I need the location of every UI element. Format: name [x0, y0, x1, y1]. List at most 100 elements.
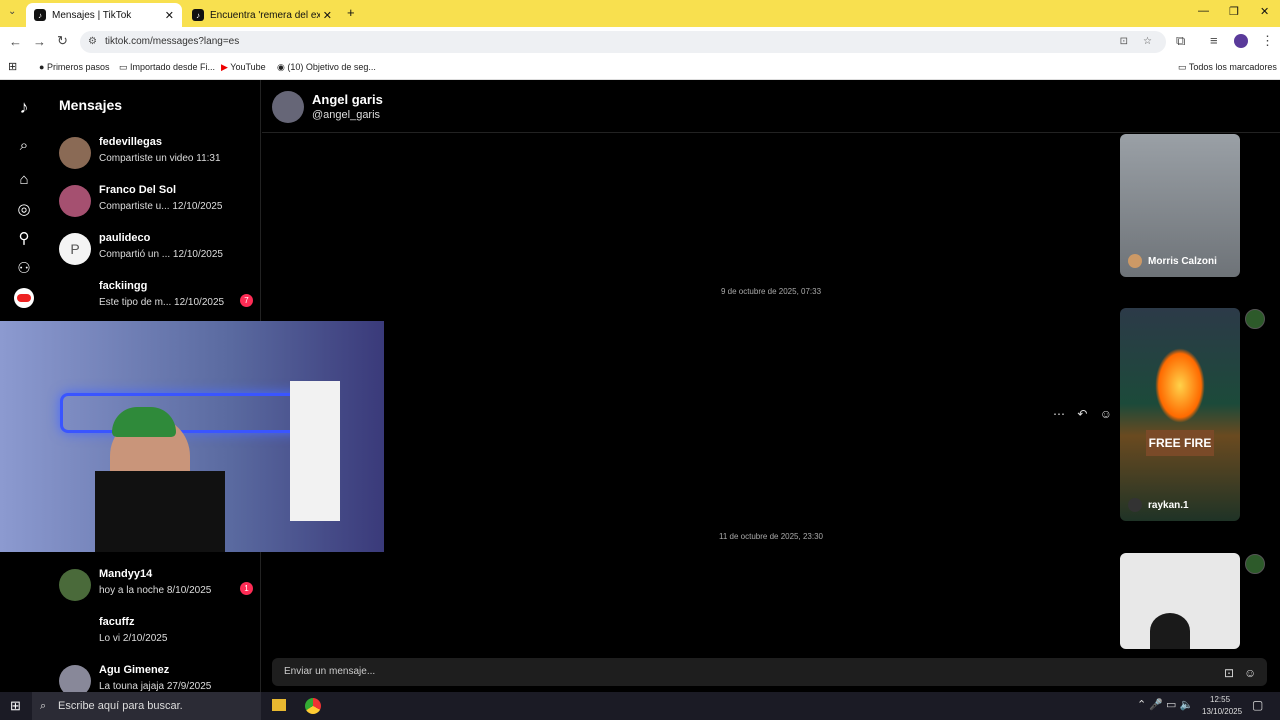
- taskbar-search[interactable]: ⌕ Escribe aquí para buscar.: [32, 692, 261, 720]
- video-author: Morris Calzoni: [1148, 256, 1217, 267]
- site-info-icon[interactable]: ⚙: [88, 31, 97, 53]
- led-strip: [60, 393, 310, 433]
- explore-icon[interactable]: ◎: [14, 200, 34, 220]
- video-author: raykan.1: [1148, 500, 1189, 511]
- close-icon[interactable]: ✕: [165, 9, 174, 22]
- video-overlay-text: FREE FIRE: [1146, 430, 1214, 456]
- black-shirt: [95, 471, 225, 552]
- shared-video[interactable]: FREE FIRE raykan.1: [1120, 308, 1240, 521]
- conversation-name: paulideco: [99, 232, 151, 244]
- avatar: [59, 185, 91, 217]
- system-tray-icons[interactable]: ⌃ 🎤 ▭ 🔈: [1137, 698, 1193, 711]
- bookmark-label: Importado desde Fi...: [130, 62, 216, 72]
- tab-encuentra[interactable]: ♪ Encuentra 'remera del ex' en Ti ✕: [184, 3, 340, 27]
- conversation-name: Franco Del Sol: [99, 184, 177, 196]
- tab-mensajes[interactable]: ♪ Mensajes | TikTok ✕: [26, 3, 182, 27]
- image-icon[interactable]: ⊡: [1224, 666, 1234, 680]
- input-placeholder: Enviar un mensaje...: [284, 666, 376, 677]
- message-input[interactable]: Enviar un mensaje...: [272, 658, 1267, 686]
- chat-handle: @angel_garis: [312, 109, 381, 121]
- windows-start-icon[interactable]: ⊞: [10, 698, 21, 714]
- list-item[interactable]: fackiingg Este tipo de m... 12/10/2025 7: [59, 277, 259, 317]
- bookmark-primeros[interactable]: ● Primeros pasos: [39, 62, 109, 72]
- tiktok-icon: ♪: [192, 9, 204, 21]
- tiktok-logo-icon[interactable]: ♪: [14, 97, 34, 117]
- search-icon[interactable]: ⌕: [14, 136, 34, 156]
- reply-icon[interactable]: ↶: [1077, 407, 1087, 421]
- webcam-overlay: [0, 321, 384, 552]
- media-icon[interactable]: ≡: [1210, 33, 1218, 48]
- tab-title: Mensajes | TikTok: [52, 9, 132, 21]
- install-icon[interactable]: ⊡: [1120, 31, 1128, 53]
- bookmark-todos[interactable]: ▭ Todos los marcadores: [1178, 62, 1277, 73]
- window-close-icon[interactable]: ✕: [1260, 5, 1269, 18]
- bookmark-objetivo[interactable]: ◉ (10) Objetivo de seg...: [277, 62, 376, 73]
- unread-badge: 1: [240, 582, 253, 595]
- list-item[interactable]: Mandyy14 hoy a la noche 8/10/2025 1: [59, 565, 259, 605]
- list-item[interactable]: Agu Gimenez La touna jajaja 27/9/2025: [59, 661, 259, 692]
- message-timestamp: 11 de octubre de 2025, 23:30: [719, 532, 823, 541]
- avatar[interactable]: [272, 91, 304, 123]
- conversation-preview: La touna jajaja 27/9/2025: [99, 681, 212, 692]
- avatar: P: [59, 233, 91, 265]
- following-icon[interactable]: ⚲: [14, 229, 34, 249]
- star-icon[interactable]: ☆: [1143, 31, 1152, 53]
- emoji-icon[interactable]: ☺: [1244, 666, 1256, 680]
- url-input[interactable]: ⚙ tiktok.com/messages?lang=es ⊡ ☆: [80, 31, 1166, 53]
- friends-icon[interactable]: ⚇: [14, 259, 34, 279]
- restore-icon[interactable]: ❐: [1229, 5, 1239, 18]
- clock-date[interactable]: 13/10/2025: [1202, 707, 1242, 716]
- chat-panel: Angel garis @angel_garis Morris Calzoni …: [262, 80, 1280, 692]
- taskbar: ⊞ ⌕ Escribe aquí para buscar. ⌃ 🎤 ▭ 🔈 12…: [0, 692, 1280, 720]
- bookmark-youtube[interactable]: ▶ YouTube: [221, 62, 266, 73]
- address-bar: ← → ↻ ⚙ tiktok.com/messages?lang=es ⊡ ☆ …: [0, 27, 1280, 56]
- list-item[interactable]: fedevillegas Compartiste un video 11:31: [59, 133, 259, 173]
- clock-time[interactable]: 12:55: [1210, 695, 1230, 704]
- live-icon[interactable]: [14, 288, 34, 308]
- conversation-name: fackiingg: [99, 280, 148, 292]
- home-icon[interactable]: ⌂: [14, 170, 34, 190]
- file-explorer-icon[interactable]: [272, 699, 286, 711]
- conversation-name: fedevillegas: [99, 136, 162, 148]
- profile-avatar[interactable]: [1234, 34, 1248, 48]
- conversation-name: Mandyy14: [99, 568, 153, 580]
- tiktok-icon: ♪: [34, 9, 46, 21]
- avatar: [59, 137, 91, 169]
- avatar: [1128, 254, 1142, 268]
- chat-name[interactable]: Angel garis: [312, 92, 383, 107]
- list-item[interactable]: P paulideco Compartió un ... 12/10/2025: [59, 229, 259, 269]
- forward-icon[interactable]: →: [33, 34, 46, 49]
- conversation-preview: Compartió un ... 12/10/2025: [99, 249, 223, 260]
- minimize-icon[interactable]: —: [1198, 5, 1209, 17]
- chrome-icon[interactable]: [305, 698, 321, 714]
- bookmark-label: Primeros pasos: [46, 62, 110, 72]
- shared-video[interactable]: [1120, 553, 1240, 649]
- apps-icon[interactable]: ⊞: [8, 60, 17, 73]
- extensions-icon[interactable]: ⧉: [1176, 33, 1185, 49]
- reload-icon[interactable]: ↻: [57, 33, 68, 49]
- bookmarks-bar: ⊞ ● Primeros pasos ▭ Importado desde Fi.…: [0, 56, 1280, 80]
- list-item[interactable]: facuffz Lo vi 2/10/2025: [59, 613, 259, 653]
- close-icon[interactable]: ✕: [323, 9, 332, 22]
- tab-search-icon[interactable]: ⌄: [8, 6, 16, 17]
- bookmark-importado[interactable]: ▭ Importado desde Fi...: [119, 62, 215, 73]
- conversation-preview: Compartiste u... 12/10/2025: [99, 201, 223, 212]
- react-icon[interactable]: ☺: [1100, 407, 1112, 421]
- green-cap: [112, 407, 176, 437]
- message-actions: ⋯ ↶ ☺: [1053, 407, 1121, 421]
- sender-avatar[interactable]: [1245, 309, 1265, 329]
- back-icon[interactable]: ←: [9, 34, 22, 49]
- list-item[interactable]: Franco Del Sol Compartiste u... 12/10/20…: [59, 181, 259, 221]
- browser-tab-bar: ⌄ ♪ Mensajes | TikTok ✕ ♪ Encuentra 'rem…: [0, 0, 1280, 27]
- unread-badge: 7: [240, 294, 253, 307]
- chat-header: Angel garis @angel_garis: [262, 80, 1280, 133]
- notifications-icon[interactable]: ▢: [1252, 698, 1263, 712]
- avatar: [59, 665, 91, 692]
- conversation-preview: hoy a la noche 8/10/2025: [99, 585, 212, 596]
- new-tab-icon[interactable]: +: [347, 5, 355, 20]
- shared-video[interactable]: Morris Calzoni: [1120, 134, 1240, 277]
- more-icon[interactable]: ⋯: [1053, 407, 1065, 421]
- tab-title: Encuentra 'remera del ex' en Ti: [210, 9, 320, 21]
- sender-avatar[interactable]: [1245, 554, 1265, 574]
- menu-icon[interactable]: ⋮: [1261, 33, 1274, 49]
